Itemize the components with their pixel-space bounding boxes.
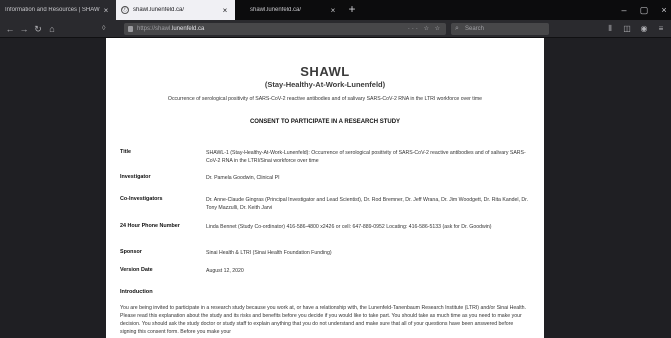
lock-icon xyxy=(128,26,133,32)
tab-shawl-active[interactable]: ⓕ shawl.lunenfeld.ca/ × xyxy=(116,0,235,20)
new-tab-button[interactable]: + xyxy=(345,0,359,20)
tab-title: shawl.lunenfeld.ca/ xyxy=(133,7,185,13)
menu-icon[interactable]: ≡ xyxy=(654,20,668,38)
tab-title: Information and Resources | SHAW xyxy=(5,7,100,13)
library-icon[interactable]: ⫴ xyxy=(603,20,617,38)
introduction-text: You are being invited to participate in … xyxy=(120,305,527,335)
tab-title: shawl.lunenfeld.ca/ xyxy=(250,7,302,13)
shield-icon[interactable]: ◊ xyxy=(102,23,112,35)
row-value: Sinai Health & LTRI (Sinai Health Founda… xyxy=(206,250,332,256)
url-prefix: https://shawl. xyxy=(137,26,173,32)
introduction-heading: Introduction xyxy=(120,289,153,295)
row-label: Title xyxy=(120,149,131,155)
back-icon[interactable]: ← xyxy=(3,20,17,38)
search-icon: ⌕ xyxy=(455,25,459,32)
row-value: SHAWL-1 (Stay-Healthy-At-Work-Lunenfeld)… xyxy=(206,150,526,164)
row-label: Sponsor xyxy=(120,249,142,255)
url-bar[interactable]: ◊ https://shawl.lunenfeld.ca ··· ☆ ☆ xyxy=(102,23,446,35)
consent-document: SHAWL (Stay-Healthy-At-Work-Lunenfeld) O… xyxy=(106,38,544,338)
search-box[interactable]: ⌕ Search xyxy=(451,23,549,35)
url-domain: lunenfeld.ca xyxy=(172,26,205,32)
close-window-icon[interactable]: × xyxy=(654,0,671,20)
study-description: Occurrence of serological positivity of … xyxy=(167,96,483,102)
account-icon[interactable]: ◉ xyxy=(637,20,651,38)
row-value: Dr. Anne-Claude Gingras (Principal Inves… xyxy=(206,197,529,211)
row-value: Dr. Pamela Goodwin, Clinical PI xyxy=(206,175,280,181)
browser-window: Information and Resources | SHAW × ⓕ sha… xyxy=(0,0,671,338)
forward-icon[interactable]: → xyxy=(17,20,31,38)
page-actions[interactable]: ··· ☆ ☆ xyxy=(408,23,442,35)
url-text: https://shawl.lunenfeld.ca xyxy=(137,23,204,35)
tab-shawl[interactable]: shawl.lunenfeld.ca/ × xyxy=(235,0,343,20)
close-icon[interactable]: × xyxy=(220,6,230,15)
home-icon[interactable]: ⌂ xyxy=(45,20,59,38)
close-icon[interactable]: × xyxy=(101,6,111,15)
consent-heading: CONSENT TO PARTICIPATE IN A RESEARCH STU… xyxy=(249,119,401,125)
close-icon[interactable]: × xyxy=(328,6,338,15)
row-label: Investigator xyxy=(120,174,151,180)
row-label: 24 Hour Phone Number xyxy=(120,223,180,229)
minimize-icon[interactable]: – xyxy=(614,0,634,20)
tab-information-resources[interactable]: Information and Resources | SHAW × xyxy=(0,0,116,20)
row-label: Version Date xyxy=(120,267,153,273)
brand-title: SHAWL xyxy=(300,64,350,79)
reload-icon[interactable]: ↻ xyxy=(31,20,45,38)
row-label: Co-Investigators xyxy=(120,196,163,202)
restore-icon[interactable]: ▢ xyxy=(634,0,654,20)
row-value: Linda Bennet (Study Co-ordinator) 416-58… xyxy=(206,224,492,230)
brand-subtitle: (Stay-Healthy-At-Work-Lunenfeld) xyxy=(264,80,386,89)
favicon-icon: ⓕ xyxy=(121,6,129,14)
row-value: August 12, 2020 xyxy=(206,268,244,274)
search-placeholder: Search xyxy=(465,26,485,32)
sidebar-icon[interactable]: ◫ xyxy=(620,20,634,38)
navigation-bar: ← → ↻ ⌂ ◊ https://shawl.lunenfeld.ca ···… xyxy=(0,20,671,38)
tab-strip: Information and Resources | SHAW × ⓕ sha… xyxy=(0,0,671,20)
